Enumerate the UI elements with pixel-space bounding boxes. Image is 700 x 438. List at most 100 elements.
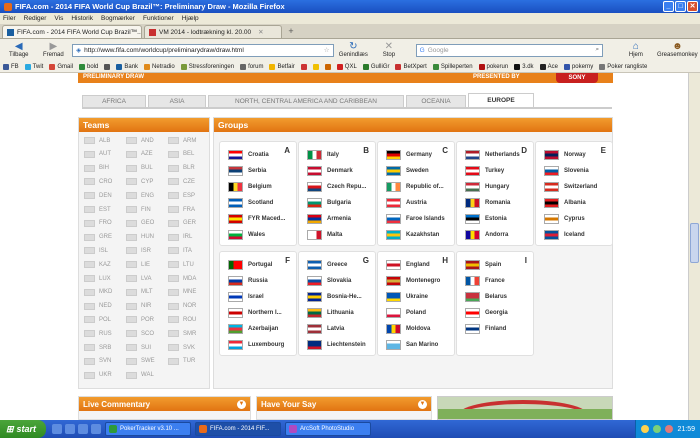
group-team[interactable]: Belarus [465,292,507,302]
menu-item-filer[interactable]: Filer [3,15,16,22]
group-team[interactable]: Iceland [544,230,585,240]
group-team[interactable]: Poland [386,308,426,318]
tray-icon[interactable] [665,425,674,433]
group-team[interactable]: Spain [465,260,501,270]
group-team[interactable]: Latvia [307,324,344,334]
forward-button[interactable]: ▶ Fremad [38,42,70,59]
team-item[interactable]: AZE [126,150,153,158]
group-team[interactable]: Northern I... [228,308,282,318]
taskbar-task[interactable]: PokerTracker v3.10 ... [105,422,191,436]
group-team[interactable]: Denmark [307,166,353,176]
group-team[interactable]: Ukraine [386,292,428,302]
team-item[interactable]: LTU [168,261,194,269]
team-item[interactable]: NIR [126,302,151,310]
team-item[interactable]: GRE [84,233,112,241]
group-team[interactable]: Armenia [307,214,351,224]
bookmark-item[interactable]: Spilleperten [432,63,473,70]
bookmark-item[interactable] [324,63,331,70]
team-item[interactable]: BLR [168,164,195,172]
group-team[interactable]: Israel [228,292,264,302]
group-team[interactable]: Malta [307,230,342,240]
bookmark-item[interactable]: GulliGr [362,63,389,70]
back-button[interactable]: ◀ Tilbage [3,42,35,59]
team-item[interactable]: ROU [168,316,196,324]
bookmark-item[interactable]: BetXpert [395,63,427,70]
menu-item-vis[interactable]: Vis [54,15,63,22]
browser-tab[interactable]: VM 2014 - lodtrækning kl. 20.00 ✕ [144,25,282,38]
team-item[interactable]: GER [168,219,196,227]
team-item[interactable]: POR [126,316,154,324]
team-item[interactable]: MDA [168,275,196,282]
maximize-button[interactable]: □ [675,1,686,12]
team-item[interactable]: SVK [168,344,195,351]
group-team[interactable]: Cyprus [544,214,585,224]
bookmark-item[interactable]: Poker rangliste [599,63,647,70]
url-bar[interactable]: ◈ http://www.fifa.com/worldcup/prelimina… [72,43,334,57]
team-item[interactable]: SVN [84,357,111,365]
bookmark-item[interactable]: Bank [116,63,138,70]
bookmark-item[interactable]: forum [240,63,263,70]
taskbar-task[interactable]: FIFA.com - 2014 FIF... [195,422,281,436]
team-item[interactable]: MLT [126,288,153,296]
chevron-down-icon[interactable]: ▼ [237,399,246,409]
bookmark-item[interactable] [300,63,307,70]
group-team[interactable]: Slovakia [307,276,351,286]
group-team[interactable]: Albania [544,198,586,208]
team-item[interactable]: DEN [84,192,112,200]
group-team[interactable]: Bosnia-He... [307,292,362,302]
team-item[interactable]: BEL [168,150,194,158]
tab-africa[interactable]: AFRICA [82,95,146,107]
bookmark-item[interactable]: bold [79,63,98,70]
menu-item-hjælp[interactable]: Hjælp [182,15,199,22]
quick-launch-icon[interactable] [78,424,88,434]
team-item[interactable]: POL [84,316,111,324]
group-team[interactable]: Wales [228,230,265,240]
team-item[interactable]: SCO [126,330,154,338]
team-item[interactable]: NOR [168,302,196,310]
new-tab-button[interactable]: + [284,26,298,38]
team-item[interactable]: BIH [84,164,109,172]
tab-north-central-america-and-caribbean[interactable]: NORTH, CENTRAL AMERICA AND CARIBBEAN [208,95,404,107]
bookmark-item[interactable] [312,63,319,70]
team-item[interactable]: GEO [126,219,154,227]
bookmark-item[interactable]: Stressforeningen [180,63,234,70]
team-item[interactable]: ALB [84,137,110,144]
close-button[interactable]: ✕ [687,1,698,12]
team-item[interactable]: NED [84,302,112,310]
quick-launch-icon[interactable] [65,424,75,434]
group-team[interactable]: Austria [386,198,427,208]
team-item[interactable]: HUN [126,233,154,241]
group-team[interactable]: Turkey [465,166,504,176]
group-team[interactable]: Serbia [228,166,266,176]
group-team[interactable]: Liechtenstein [307,340,366,350]
team-item[interactable]: LVA [126,275,151,282]
team-item[interactable]: FRA [168,206,195,213]
stop-button[interactable]: ✕ Stop [373,42,405,59]
tab-europe[interactable]: EUROPE [468,93,534,107]
team-item[interactable]: ARM [168,137,196,144]
team-item[interactable]: ITA [168,247,192,255]
group-team[interactable]: Moldova [386,324,430,334]
team-item[interactable]: KAZ [84,261,111,269]
group-team[interactable]: Estonia [465,214,507,224]
quick-launch-icon[interactable] [52,424,62,434]
group-team[interactable]: Finland [465,324,506,334]
group-team[interactable]: Portugal [228,260,272,270]
team-item[interactable]: ISL [84,247,108,255]
group-team[interactable]: Kazakhstan [386,230,439,240]
group-team[interactable]: Croatia [228,150,269,160]
menu-item-bogmærker[interactable]: Bogmærker [101,15,135,22]
team-item[interactable]: LIE [126,261,150,269]
quick-launch-icon[interactable] [91,424,101,434]
group-team[interactable]: Norway [544,150,586,160]
group-team[interactable]: Belgium [228,182,272,192]
bookmark-item[interactable] [104,63,111,70]
group-team[interactable]: Switzerland [544,182,597,192]
group-team[interactable]: Andorra [465,230,508,240]
chevron-down-icon[interactable]: ▼ [418,399,427,409]
group-team[interactable]: Netherlands [465,150,520,160]
team-item[interactable]: EST [84,206,111,213]
team-item[interactable]: TUR [168,357,195,365]
group-team[interactable]: San Marino [386,340,438,350]
greasemonkey-button[interactable]: ☻ Greasemonkey [655,42,700,59]
